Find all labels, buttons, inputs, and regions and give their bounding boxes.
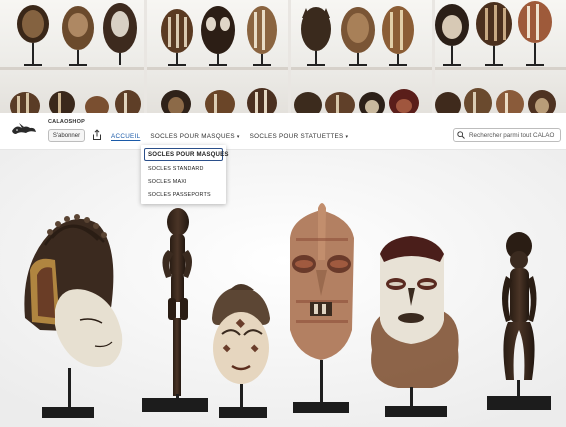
dropdown-item-socles-standard[interactable]: SOCLES STANDARD [148,166,204,172]
nav-socles-statuettes-label: SOCLES POUR STATUETTES [249,133,344,140]
dropdown-item-socles-passeports[interactable]: SOCLES PASSEPORTS [148,192,211,198]
calao-logo-icon[interactable] [10,122,38,138]
nav-socles-masques[interactable]: SOCLES POUR MASQUES ▾ [150,133,239,140]
nav-socles-statuettes[interactable]: SOCLES POUR STATUETTES ▾ [250,133,349,140]
dropdown-item-socles-pour-masques[interactable]: SOCLES POUR MASQUES [144,148,228,161]
nav-home-label: ACCUEIL [111,133,141,140]
subscribe-button[interactable]: S'abonner [48,129,85,142]
shop-header: CALAOSHOP S'abonner ACCUEIL SOCLES POUR … [0,113,566,150]
search-icon[interactable] [457,131,465,139]
chevron-down-icon: ▾ [345,134,349,140]
search-box[interactable] [453,128,561,142]
cover-banner [0,0,566,113]
search-input[interactable] [469,131,560,139]
share-icon[interactable] [92,129,102,141]
nav-home[interactable]: ACCUEIL [111,133,140,140]
featured-masks-image [0,150,566,427]
dropdown-item-socles-maxi[interactable]: SOCLES MAXI [148,179,187,185]
shop-nav: ACCUEIL SOCLES POUR MASQUES ▾ SOCLES POUR… [111,133,358,140]
nav-socles-masques-label: SOCLES POUR MASQUES [150,133,235,140]
shop-name[interactable]: CALAOSHOP [48,119,85,125]
socles-masques-dropdown: SOCLES POUR MASQUES SOCLES STANDARD SOCL… [141,145,228,204]
chevron-down-icon: ▾ [236,134,240,140]
cover-masks-image [10,1,556,113]
